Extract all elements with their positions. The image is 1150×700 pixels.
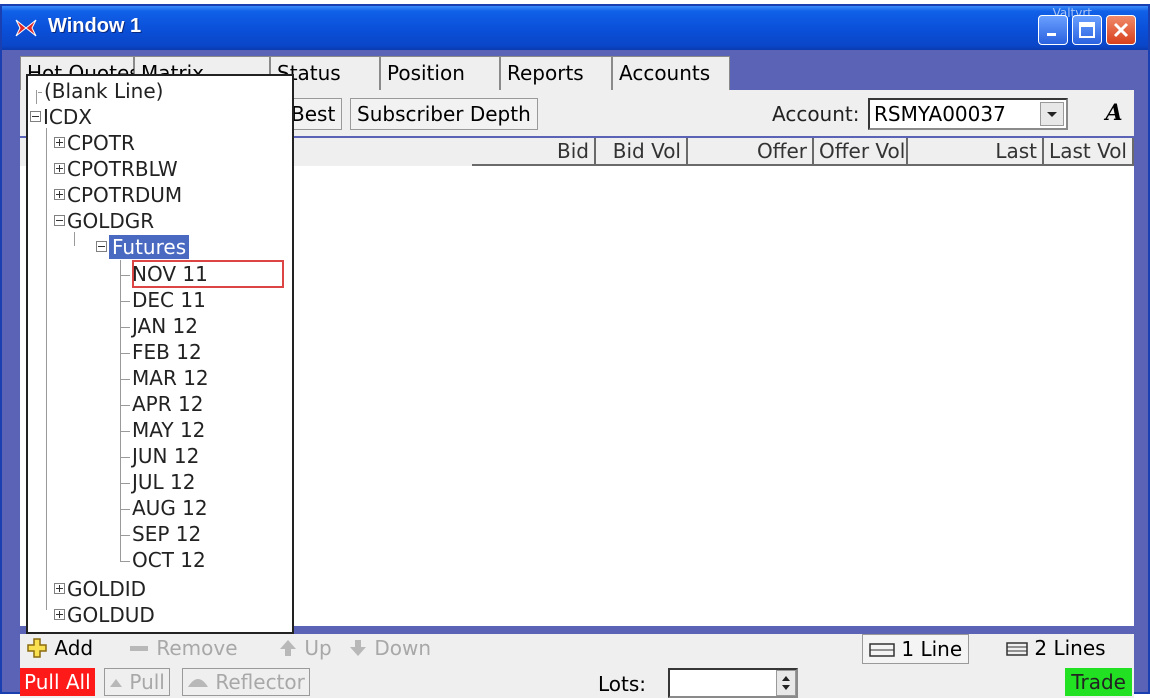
account-select[interactable]: RSMYA00037 bbox=[868, 98, 1068, 130]
tree-item-icdx[interactable]: ICDX bbox=[30, 104, 92, 130]
expand-icon[interactable] bbox=[54, 137, 65, 148]
chevron-down-icon bbox=[1047, 112, 1057, 117]
tree-item-jun-12[interactable]: JUN 12 bbox=[120, 443, 199, 469]
tree-item-sep-12[interactable]: SEP 12 bbox=[120, 521, 201, 547]
tree-item-dec-11[interactable]: DEC 11 bbox=[120, 287, 206, 313]
col-last[interactable]: Last bbox=[908, 138, 1044, 166]
close-icon bbox=[1113, 22, 1129, 38]
tree-item-cpotr[interactable]: CPOTR bbox=[54, 130, 135, 156]
trade-button[interactable]: Trade bbox=[1065, 668, 1132, 696]
instrument-tree-dropdown[interactable]: (Blank Line) ICDX CPOTR CPOTRBLW CPOTRDU… bbox=[26, 74, 294, 634]
expand-icon[interactable] bbox=[54, 189, 65, 200]
bottom-bar: Add Remove Up Down 1 Line 2 Lines Pull A… bbox=[20, 634, 1134, 698]
tab-position[interactable]: Position bbox=[380, 56, 500, 90]
tree-item-goldud[interactable]: GOLDUD bbox=[54, 602, 155, 628]
pull-button[interactable]: Pull bbox=[104, 668, 170, 696]
spin-arrows-icon bbox=[782, 676, 790, 690]
minus-icon bbox=[130, 646, 148, 651]
tab-reports[interactable]: Reports bbox=[500, 56, 612, 90]
maximize-icon bbox=[1079, 22, 1095, 38]
tree-item-aug-12[interactable]: AUG 12 bbox=[120, 495, 208, 521]
reflector-button[interactable]: Reflector bbox=[182, 668, 310, 696]
account-value: RSMYA00037 bbox=[874, 102, 1006, 126]
arrow-up-icon bbox=[280, 640, 296, 656]
triangle-up-icon bbox=[110, 679, 122, 687]
minimize-icon bbox=[1047, 33, 1056, 36]
tree-item-jul-12[interactable]: JUL 12 bbox=[120, 469, 196, 495]
arrow-down-icon bbox=[350, 640, 366, 656]
col-last-vol[interactable]: Last Vol bbox=[1044, 138, 1134, 166]
tree-item-cpotrdum[interactable]: CPOTRDUM bbox=[54, 182, 182, 208]
tree-item-feb-12[interactable]: FEB 12 bbox=[120, 339, 202, 365]
tree-connector bbox=[36, 90, 37, 104]
tree-item-jan-12[interactable]: JAN 12 bbox=[120, 313, 198, 339]
font-button[interactable]: A bbox=[1096, 98, 1132, 130]
collapse-icon[interactable] bbox=[30, 111, 41, 122]
tree-item-cpotrblw[interactable]: CPOTRBLW bbox=[54, 156, 178, 182]
two-lines-button[interactable]: 2 Lines bbox=[1000, 634, 1112, 664]
tree-item-apr-12[interactable]: APR 12 bbox=[120, 391, 203, 417]
up-button[interactable]: Up bbox=[278, 636, 332, 660]
collapse-icon[interactable] bbox=[54, 215, 65, 226]
tree-item-nov-11[interactable]: NOV 11 bbox=[120, 261, 208, 287]
one-line-button[interactable]: 1 Line bbox=[862, 634, 970, 664]
tree-item-may-12[interactable]: MAY 12 bbox=[120, 417, 205, 443]
tree-connector bbox=[46, 128, 47, 610]
lots-label: Lots: bbox=[598, 672, 647, 696]
double-line-icon bbox=[1006, 642, 1028, 656]
expand-icon[interactable] bbox=[54, 583, 65, 594]
lots-stepper[interactable] bbox=[776, 670, 796, 696]
tree-item-goldid[interactable]: GOLDID bbox=[54, 576, 146, 602]
tab-accounts[interactable]: Accounts bbox=[612, 56, 730, 90]
tree-item-goldgr[interactable]: GOLDGR bbox=[54, 208, 154, 234]
tree-connector bbox=[74, 232, 75, 246]
minimize-button[interactable] bbox=[1038, 15, 1068, 45]
window-title: Window 1 bbox=[48, 15, 142, 37]
collapse-icon[interactable] bbox=[96, 241, 107, 252]
title-bar[interactable]: Window 1 Valtvrt bbox=[2, 6, 1148, 50]
col-bid-vol[interactable]: Bid Vol bbox=[596, 138, 688, 166]
maximize-button[interactable] bbox=[1072, 15, 1102, 45]
main-window: Window 1 Valtvrt Hot Quotes Matrix Statu… bbox=[0, 4, 1150, 698]
col-bid[interactable]: Bid bbox=[472, 138, 596, 166]
add-button[interactable]: Add bbox=[26, 636, 93, 660]
down-button[interactable]: Down bbox=[348, 636, 431, 660]
close-button[interactable] bbox=[1106, 15, 1136, 45]
single-line-icon bbox=[869, 643, 895, 657]
subscriber-depth-button[interactable]: Subscriber Depth bbox=[350, 98, 538, 130]
col-offer-vol[interactable]: Offer Vol bbox=[814, 138, 908, 166]
plus-icon bbox=[27, 638, 47, 658]
expand-icon[interactable] bbox=[54, 163, 65, 174]
col-offer[interactable]: Offer bbox=[688, 138, 814, 166]
tree-item-mar-12[interactable]: MAR 12 bbox=[120, 365, 209, 391]
dome-icon bbox=[188, 679, 208, 687]
tree-item-futures[interactable]: Futures bbox=[96, 234, 190, 260]
account-dropdown-arrow[interactable] bbox=[1040, 102, 1064, 126]
tree-item-oct-12[interactable]: OCT 12 bbox=[120, 547, 206, 573]
remove-button[interactable]: Remove bbox=[128, 636, 238, 660]
pull-all-button[interactable]: Pull All bbox=[20, 668, 95, 696]
expand-icon[interactable] bbox=[54, 609, 65, 620]
account-label: Account: bbox=[772, 102, 860, 126]
app-logo-icon bbox=[15, 19, 37, 37]
tree-item-blank-line[interactable]: (Blank Line) bbox=[38, 78, 163, 104]
